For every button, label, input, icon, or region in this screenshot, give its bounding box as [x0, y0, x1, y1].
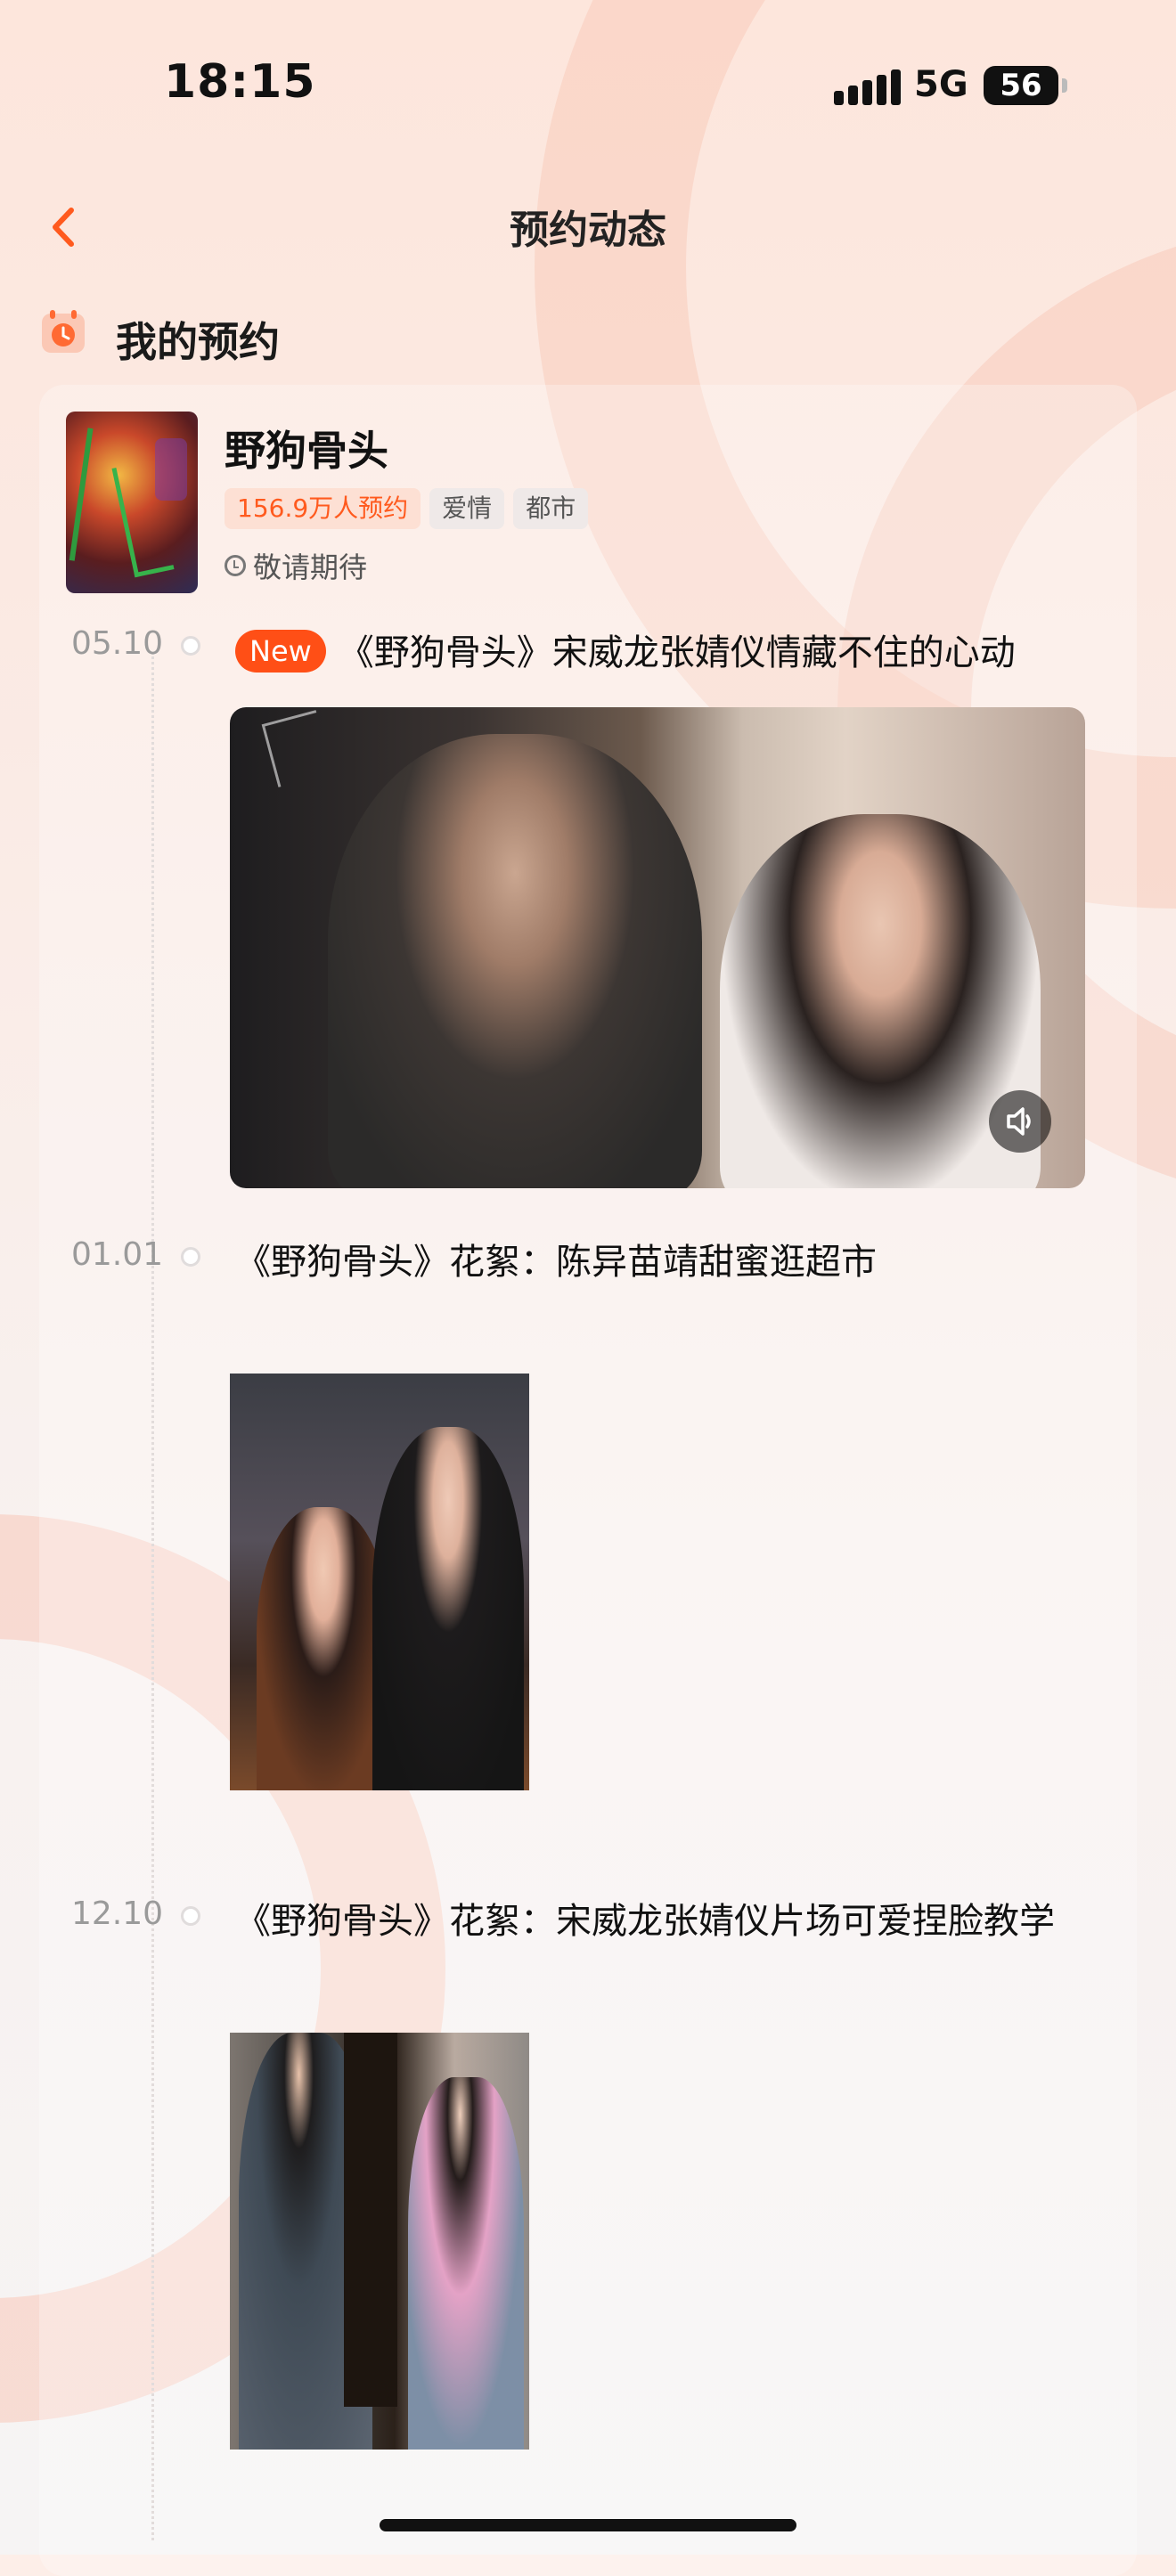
- entry-thumbnail[interactable]: [230, 2033, 529, 2450]
- release-status: 敬请期待: [225, 545, 367, 586]
- clock-icon: [225, 555, 246, 576]
- timeline-dot: [181, 1247, 200, 1267]
- signal-icon: [834, 68, 905, 105]
- nav-bar: 预约动态: [0, 169, 1176, 285]
- release-status-text: 敬请期待: [253, 550, 368, 584]
- watermark: [261, 710, 333, 787]
- home-indicator[interactable]: [380, 2519, 796, 2531]
- status-time: 18:15: [164, 55, 316, 109]
- new-badge: New: [235, 630, 326, 673]
- show-poster[interactable]: [66, 412, 198, 593]
- reservation-count-tag: 156.9万人预约: [225, 488, 421, 529]
- entry-thumbnail[interactable]: [230, 1374, 529, 1790]
- show-title[interactable]: 野狗骨头: [225, 419, 388, 477]
- entry-title[interactable]: 《野狗骨头》花絮：宋威龙张婧仪片场可爱捏脸教学: [235, 1892, 1055, 1944]
- timeline-line: [151, 652, 154, 2540]
- show-tags: 156.9万人预约 爱情 都市: [225, 488, 589, 529]
- video-player[interactable]: [230, 707, 1085, 1188]
- battery-icon: 56: [984, 66, 1058, 105]
- timeline-dot: [181, 1906, 200, 1926]
- calendar-clock-icon: [42, 310, 85, 353]
- network-type: 5G: [914, 64, 968, 105]
- battery-tip: [1062, 78, 1067, 93]
- timeline-dot: [181, 636, 200, 656]
- page-title: 预约动态: [510, 208, 666, 253]
- status-bar: 18:15 5G 56: [0, 0, 1176, 169]
- speaker-mute-icon: [1007, 1107, 1031, 1136]
- genre-tag: 爱情: [429, 488, 505, 529]
- entry-date: 05.10: [71, 625, 164, 662]
- entry-title[interactable]: New 《野狗骨头》宋威龙张婧仪情藏不住的心动: [235, 624, 1016, 676]
- entry-title-text: 《野狗骨头》宋威龙张婧仪情藏不住的心动: [338, 632, 1016, 673]
- entry-title[interactable]: 《野狗骨头》花絮：陈异苗靖甜蜜逛超市: [235, 1233, 877, 1284]
- entry-date: 12.10: [71, 1895, 164, 1932]
- genre-tag: 都市: [513, 488, 589, 529]
- section-title: 我的预约: [116, 318, 280, 366]
- mute-button[interactable]: [989, 1090, 1051, 1153]
- entry-date: 01.01: [71, 1236, 164, 1273]
